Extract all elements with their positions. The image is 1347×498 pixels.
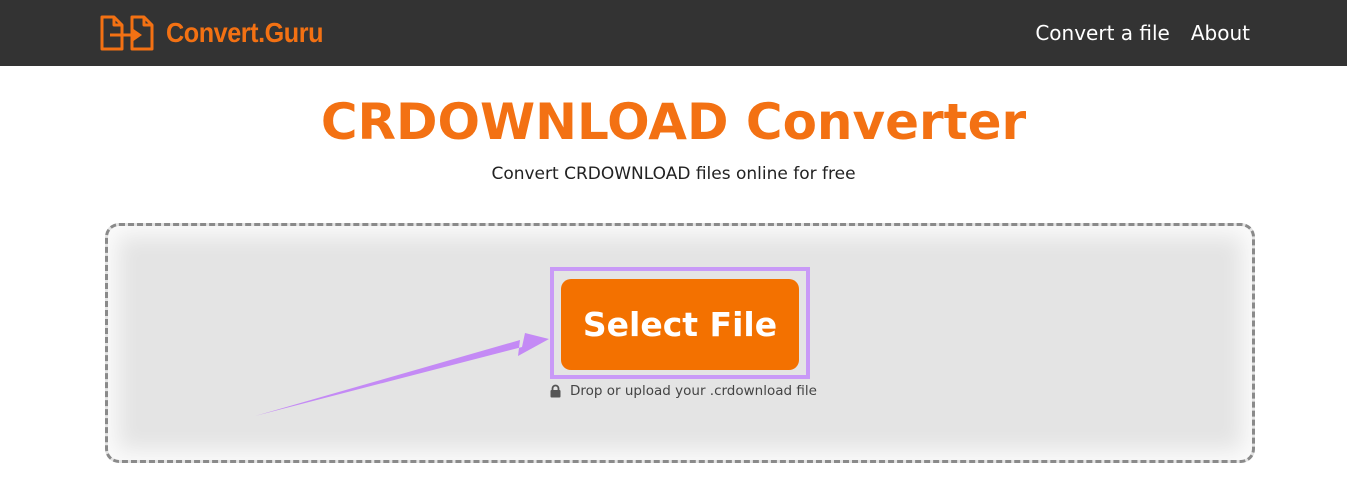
file-convert-icon xyxy=(100,15,154,51)
lock-icon xyxy=(550,384,561,398)
page-title: CRDOWNLOAD Converter xyxy=(320,93,1027,151)
page-subtitle: Convert CRDOWNLOAD files online for free xyxy=(491,164,856,184)
nav-about[interactable]: About xyxy=(1191,18,1250,48)
navbar: Convert.Guru Convert a file About xyxy=(0,0,1347,66)
nav-convert-a-file[interactable]: Convert a file xyxy=(1035,18,1170,48)
main-nav: Convert a file About xyxy=(1035,18,1250,48)
brand-name: Convert.Guru xyxy=(166,17,324,48)
upload-hint: Drop or upload your .crdownload file xyxy=(549,381,817,401)
upload-hint-text: Drop or upload your .crdownload file xyxy=(570,383,817,399)
select-file-button[interactable]: Select File xyxy=(561,279,799,370)
brand-logo-link[interactable]: Convert.Guru xyxy=(100,14,340,52)
